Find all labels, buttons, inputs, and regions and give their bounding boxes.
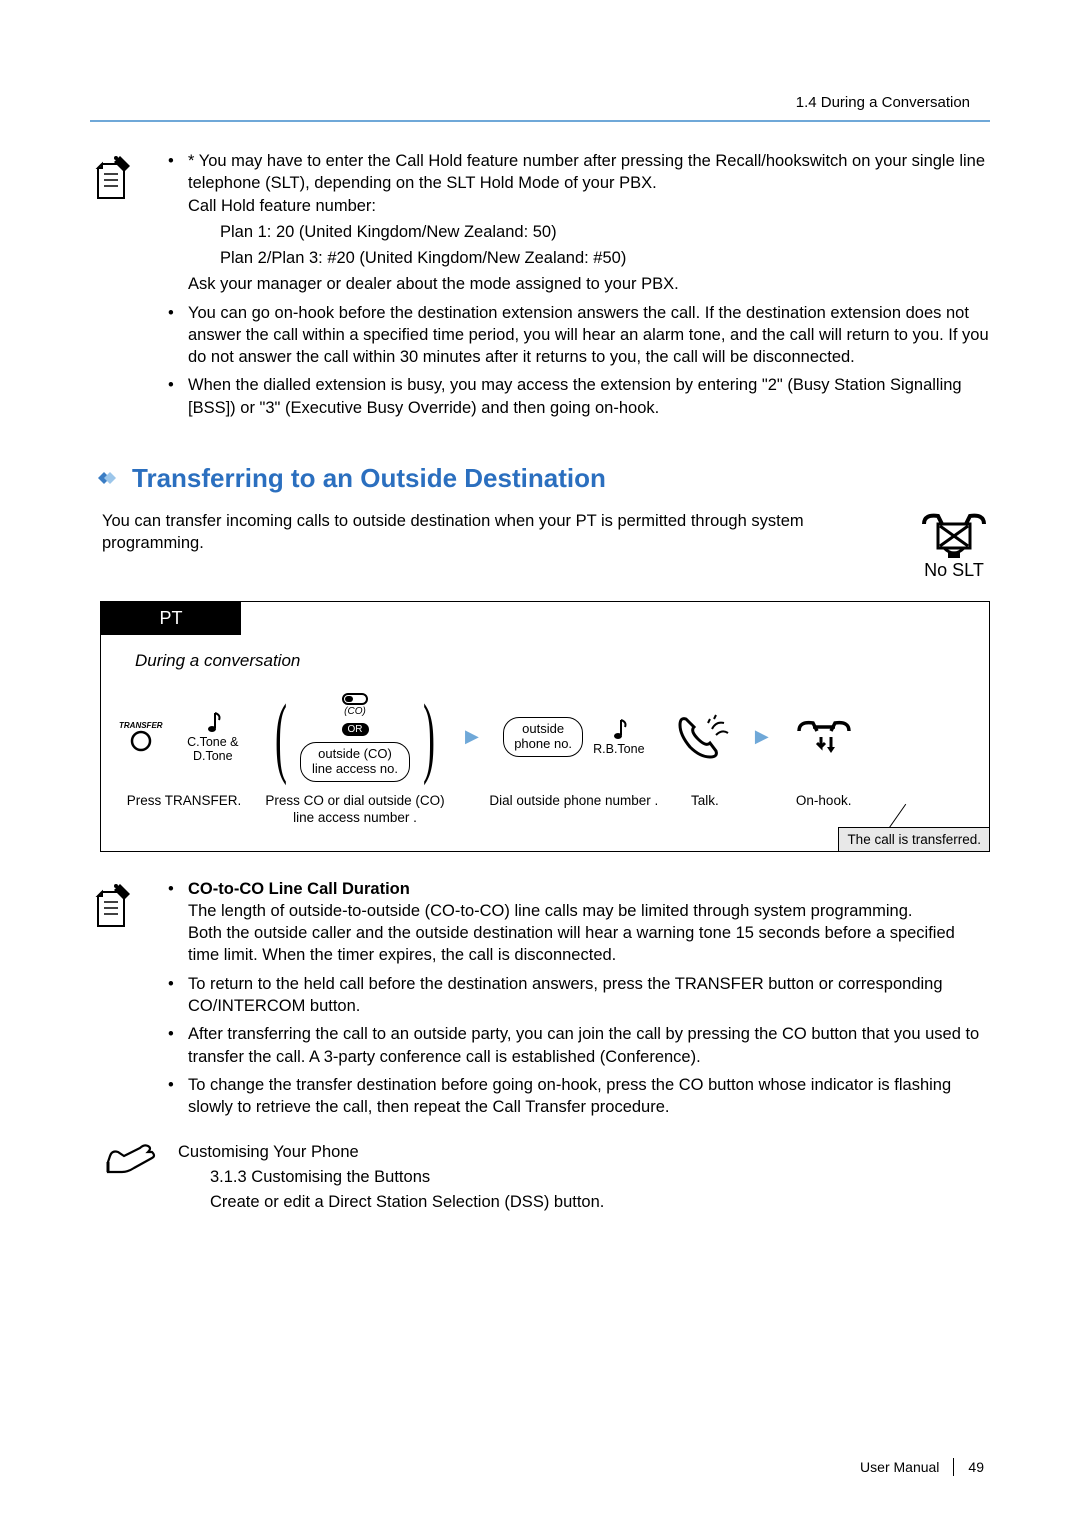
bullet-icon: • bbox=[168, 878, 178, 967]
note-change: To change the transfer destination befor… bbox=[188, 1074, 990, 1119]
footer-page: 49 bbox=[968, 1459, 984, 1475]
transfer-button-icon bbox=[130, 730, 152, 752]
or-badge: OR bbox=[342, 723, 369, 736]
bullet-icon: • bbox=[168, 1023, 178, 1068]
step2-caption: Press CO or dial outside (CO) line acces… bbox=[255, 793, 455, 827]
note-feature-label: Call Hold feature number: bbox=[188, 195, 990, 217]
note-block-bottom: • CO-to-CO Line Call Duration The length… bbox=[90, 878, 990, 1123]
co-button-icon bbox=[341, 692, 369, 706]
note-return: To return to the held call before the de… bbox=[188, 973, 990, 1018]
step3-caption: Dial outside phone number . bbox=[489, 793, 658, 810]
note-onhook: You can go on-hook before the destinatio… bbox=[188, 302, 990, 369]
note-icon bbox=[90, 878, 140, 1123]
coco-title: CO-to-CO Line Call Duration bbox=[188, 880, 410, 898]
note-plan2: Plan 2/Plan 3: #20 (United Kingdom/New Z… bbox=[220, 247, 990, 269]
section-title: Transferring to an Outside Destination bbox=[132, 463, 606, 494]
music-note-icon bbox=[609, 717, 629, 743]
note-after: After transferring the call to an outsid… bbox=[188, 1023, 990, 1068]
customise-desc: Create or edit a Direct Station Selectio… bbox=[210, 1190, 604, 1215]
note-busy: When the dialled extension is busy, you … bbox=[188, 374, 990, 419]
arrow-icon: ▶ bbox=[755, 687, 769, 787]
step1-caption: Press TRANSFER. bbox=[127, 793, 242, 810]
note-star-text: * You may have to enter the Call Hold fe… bbox=[188, 150, 990, 195]
pill-co-line: outside (CO) line access no. bbox=[300, 742, 410, 782]
coco-p1: The length of outside-to-outside (CO-to-… bbox=[188, 900, 990, 922]
co-label: (CO) bbox=[344, 706, 366, 717]
diamond-icon bbox=[90, 467, 122, 489]
coco-p2: Both the outside caller and the outside … bbox=[188, 922, 990, 967]
transfer-button-label: TRANSFER bbox=[119, 721, 163, 730]
step4-caption: Talk. bbox=[691, 793, 719, 810]
pill-phone-no: outside phone no. bbox=[503, 717, 583, 757]
pt-tab: PT bbox=[101, 602, 241, 635]
onhook-icon bbox=[793, 717, 855, 757]
footer-manual: User Manual bbox=[860, 1459, 939, 1475]
page-footer: User Manual 49 bbox=[860, 1458, 984, 1476]
music-note-icon bbox=[203, 710, 223, 736]
context-label: During a conversation bbox=[135, 651, 989, 671]
bullet-icon: • bbox=[168, 150, 178, 296]
arrow-icon: ▶ bbox=[465, 687, 479, 787]
hand-point-icon bbox=[102, 1140, 162, 1214]
customise-link[interactable]: 3.1.3 Customising the Buttons bbox=[210, 1168, 430, 1186]
no-slt-label: No SLT bbox=[918, 560, 990, 581]
no-slt-block: No SLT bbox=[918, 510, 990, 581]
header-rule bbox=[90, 120, 990, 122]
procedure-diagram: PT During a conversation TRANSFER C.Tone… bbox=[100, 601, 990, 852]
note-plan1: Plan 1: 20 (United Kingdom/New Zealand: … bbox=[220, 221, 990, 243]
breadcrumb: 1.4 During a Conversation bbox=[796, 94, 970, 111]
customise-block: Customising Your Phone 3.1.3 Customising… bbox=[90, 1140, 990, 1214]
customise-heading: Customising Your Phone bbox=[178, 1140, 604, 1165]
result-callout: The call is transferred. bbox=[838, 827, 990, 852]
talk-icon bbox=[676, 711, 734, 763]
bullet-icon: • bbox=[168, 374, 178, 419]
section-intro: You can transfer incoming calls to outsi… bbox=[102, 510, 898, 555]
note-block-top: • * You may have to enter the Call Hold … bbox=[90, 150, 990, 423]
bullet-icon: • bbox=[168, 1074, 178, 1119]
tone-label-rb: R.B.Tone bbox=[593, 743, 644, 757]
left-brace: ( bbox=[275, 702, 287, 772]
step5-caption: On-hook. bbox=[796, 793, 852, 810]
note-ask: Ask your manager or dealer about the mod… bbox=[188, 273, 990, 295]
bullet-icon: • bbox=[168, 973, 178, 1018]
note-icon bbox=[90, 150, 140, 423]
bullet-icon: • bbox=[168, 302, 178, 369]
right-brace: ) bbox=[423, 702, 435, 772]
tone-label-cd: C.Tone & D.Tone bbox=[177, 736, 249, 764]
